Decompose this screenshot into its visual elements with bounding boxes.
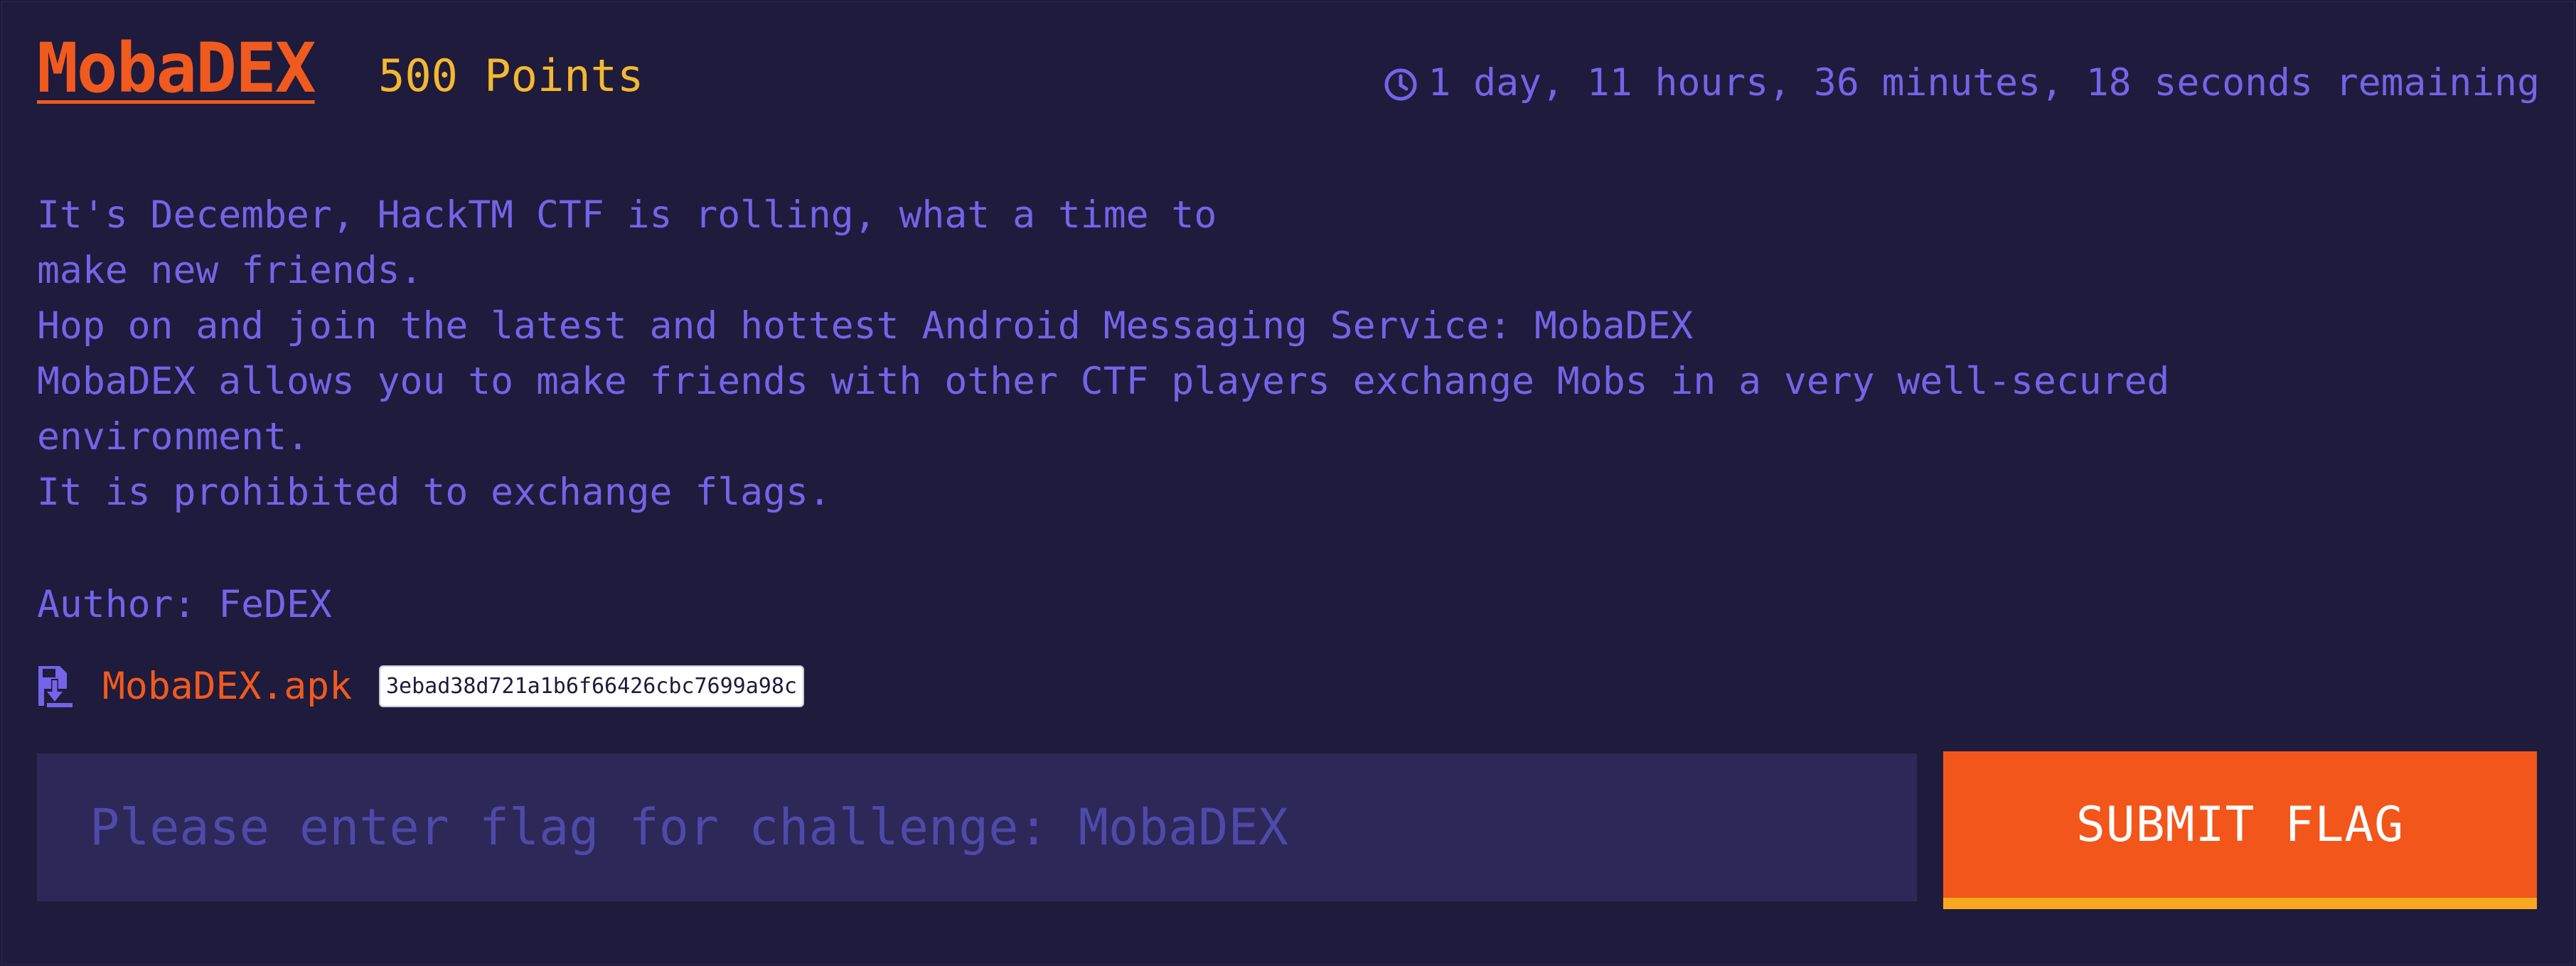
challenge-description: It's December, HackTM CTF is rolling, wh… (37, 188, 2383, 520)
attachment-download-link[interactable]: MobaDEX.apk (102, 665, 352, 708)
challenge-header: MobaDEX 500 Points 1 day, 11 hours, 36 m… (37, 28, 2540, 121)
description-line: It is prohibited to exchange flags. (37, 471, 831, 514)
submit-flag-button[interactable]: SUBMIT FLAG (1943, 751, 2537, 909)
attachment-row: MobaDEX.apk 3ebad38d721a1b6f66426cbc7699… (37, 658, 804, 714)
countdown-timer: 1 day, 11 hours, 36 minutes, 18 seconds … (1382, 61, 2540, 104)
challenge-title-link[interactable]: MobaDEX (37, 28, 316, 108)
clock-icon (1384, 68, 1417, 100)
download-file-icon[interactable] (37, 665, 74, 707)
description-line: environment. (37, 415, 309, 458)
description-line: It's December, HackTM CTF is rolling, wh… (37, 193, 1217, 237)
time-remaining-text: 1 day, 11 hours, 36 minutes, 18 seconds … (1428, 61, 2540, 104)
description-line: make new friends. (37, 249, 423, 292)
challenge-points: 500 Points (378, 50, 644, 102)
challenge-author: Author: FeDEX (37, 583, 332, 626)
description-line: MobaDEX allows you to make friends with … (37, 360, 2170, 403)
description-line: Hop on and join the latest and hottest A… (37, 304, 1694, 348)
flag-input[interactable] (37, 753, 1917, 901)
file-hash-badge: 3ebad38d721a1b6f66426cbc7699a98c (379, 665, 804, 707)
